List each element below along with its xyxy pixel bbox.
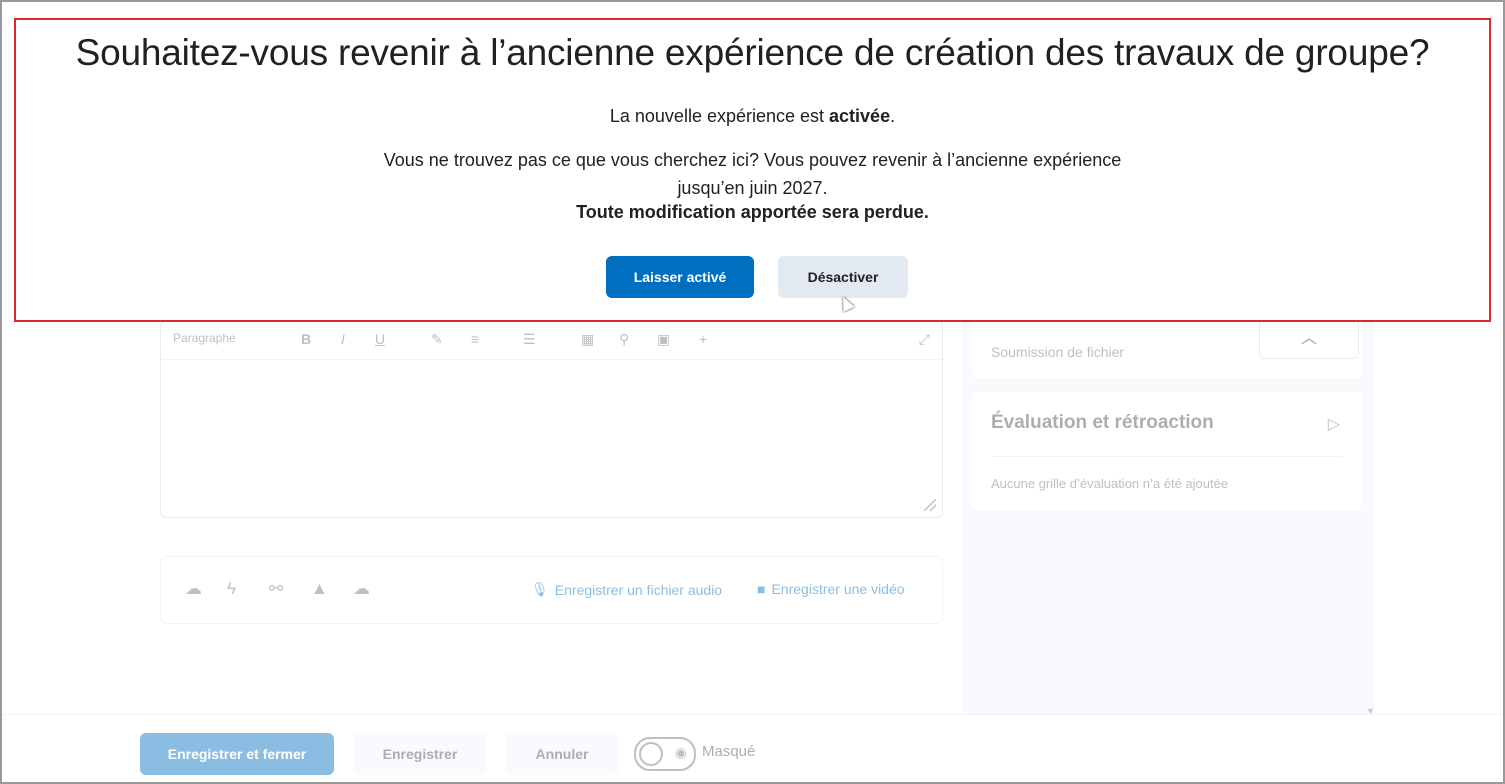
- toggle-knob: [639, 742, 663, 766]
- footer-bar: Enregistrer et fermer Enregistrer Annule…: [2, 714, 1503, 781]
- evaluation-card[interactable]: Évaluation et rétroaction ▷ Aucune grill…: [972, 392, 1362, 510]
- onedrive-icon[interactable]: ☁: [353, 579, 370, 599]
- status-text: La nouvelle expérience est activée.: [16, 106, 1489, 127]
- record-audio-label: Enregistrer un fichier audio: [554, 581, 723, 598]
- collapse-button[interactable]: ︿: [1259, 320, 1359, 359]
- google-drive-icon[interactable]: ▲: [311, 579, 328, 599]
- status-bold: activée: [829, 106, 891, 126]
- record-video-label: Enregistrer une vidéo: [771, 581, 905, 597]
- submission-type-text: Soumission de fichier: [991, 344, 1125, 360]
- side-panel: [962, 320, 1374, 716]
- list-icon[interactable]: ☰: [523, 331, 536, 348]
- record-audio-link[interactable]: 🎙 Enregistrer un fichier audio: [531, 581, 722, 598]
- save-button[interactable]: Enregistrer: [354, 733, 486, 775]
- eye-hidden-icon: ◉: [674, 744, 687, 760]
- status-suffix: .: [890, 106, 896, 126]
- chevron-up-icon: ︿: [1300, 330, 1317, 347]
- keep-enabled-button[interactable]: Laisser activé: [606, 256, 754, 298]
- italic-icon[interactable]: I: [341, 331, 345, 347]
- image-icon[interactable]: ▣: [657, 331, 670, 348]
- disable-button[interactable]: Désactiver: [778, 256, 908, 298]
- evaluation-text: Aucune grille d’évaluation n’a été ajout…: [991, 476, 1229, 491]
- insert-element-icon[interactable]: ▦: [581, 331, 594, 348]
- info-text: Vous ne trouvez pas ce que vous cherchez…: [16, 146, 1489, 202]
- highlight-icon[interactable]: ✎: [431, 331, 443, 348]
- fullscreen-icon[interactable]: ⤢: [919, 331, 930, 348]
- evaluation-title: Évaluation et rétroaction: [991, 412, 1214, 433]
- bold-icon[interactable]: B: [301, 331, 311, 347]
- visibility-label: Masqué: [702, 743, 756, 760]
- save-close-button[interactable]: Enregistrer et fermer: [140, 733, 334, 775]
- info-line-2: jusqu’en juin 2027.: [677, 178, 828, 198]
- record-video-link[interactable]: ■ Enregistrer une vidéo: [757, 581, 905, 597]
- divider: [991, 456, 1343, 457]
- more-icon[interactable]: +: [699, 331, 707, 347]
- align-icon[interactable]: ≡: [471, 331, 479, 347]
- expand-arrow-icon[interactable]: ▷: [1328, 414, 1340, 434]
- submission-card: Soumission de fichier ︿: [972, 320, 1362, 378]
- attachments-bar: ☁ ϟ ⚯ ▲ ☁ 🎙 Enregistrer un fichier audio…: [160, 556, 943, 624]
- visibility-toggle[interactable]: ◉: [634, 737, 696, 771]
- dialog-title: Souhaitez-vous revenir à l’ancienne expé…: [75, 32, 1430, 73]
- camera-icon: ■: [757, 581, 766, 597]
- cancel-button[interactable]: Annuler: [506, 733, 618, 775]
- warning-text: Toute modification apportée sera perdue.: [576, 202, 929, 222]
- microphone-icon: 🎙: [531, 581, 549, 597]
- editor-toolbar: Paragraphe B I U ✎ ≡ ☰ ▦ ⚲ ▣ + ⤢: [161, 321, 942, 360]
- info-line-1: Vous ne trouvez pas ce que vous cherchez…: [383, 150, 1122, 170]
- revert-experience-dialog: Souhaitez-vous revenir à l’ancienne expé…: [14, 18, 1491, 322]
- underline-icon[interactable]: U: [375, 331, 385, 347]
- rich-text-editor[interactable]: Paragraphe B I U ✎ ≡ ☰ ▦ ⚲ ▣ + ⤢: [160, 320, 943, 518]
- upload-icon[interactable]: ☁: [185, 579, 202, 599]
- link-icon[interactable]: ⚲: [619, 331, 629, 348]
- status-prefix: La nouvelle expérience est: [609, 106, 830, 126]
- link-icon[interactable]: ⚯: [269, 579, 283, 599]
- quicklink-icon[interactable]: ϟ: [227, 579, 236, 599]
- format-dropdown[interactable]: Paragraphe: [173, 331, 236, 345]
- resize-handle[interactable]: [924, 499, 936, 511]
